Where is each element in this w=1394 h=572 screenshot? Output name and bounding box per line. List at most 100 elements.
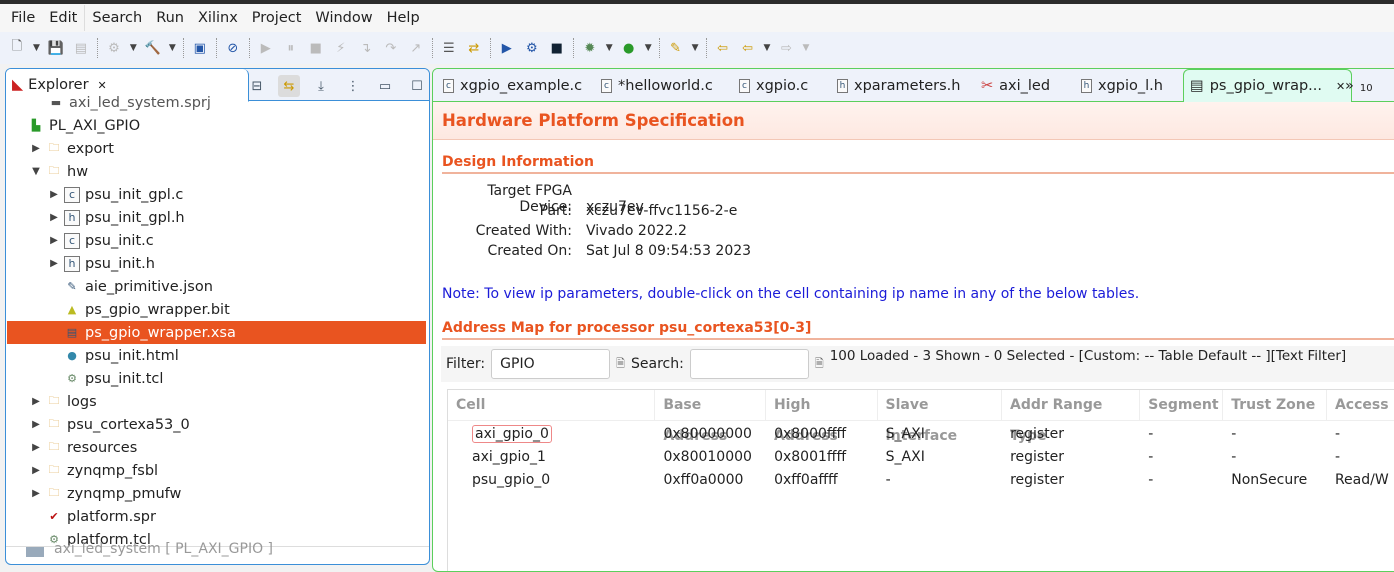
- collapsed-arrow-icon[interactable]: ▶: [30, 442, 42, 453]
- tree-item-ps-gpio-wrapper-bit[interactable]: ▲ ps_gpio_wrapper.bit: [48, 298, 230, 321]
- close-icon[interactable]: ✕: [98, 79, 107, 92]
- collapsed-arrow-icon[interactable]: ▶: [30, 419, 42, 430]
- tree-item-hw[interactable]: ▼ 🗀 hw: [30, 160, 88, 183]
- terminate-icon[interactable]: ■: [307, 39, 325, 57]
- tree-item-platform-spr[interactable]: ✔ platform.spr: [30, 505, 156, 528]
- debug-icon[interactable]: ✹: [581, 39, 599, 57]
- run-icon[interactable]: ●: [620, 39, 638, 57]
- tree-item-ps-gpio-wrapper-xsa[interactable]: ▤ ps_gpio_wrapper.xsa: [7, 321, 426, 344]
- tree-item-psu-init-c[interactable]: ▶ c psu_init.c: [48, 229, 154, 252]
- new-dropdown-icon[interactable]: ▼: [33, 43, 40, 53]
- filter-input[interactable]: GPIO: [491, 349, 611, 379]
- minimize-icon[interactable]: ▭: [374, 75, 396, 97]
- tab--helloworld-c[interactable]: c *helloworld.c: [601, 69, 713, 102]
- tree-item-resources[interactable]: ▶ 🗀 resources: [30, 436, 137, 459]
- clear-search-icon[interactable]: 🗎: [815, 355, 824, 374]
- cell-name[interactable]: psu_gpio_0: [472, 472, 550, 488]
- tree-item-partial[interactable]: axi_led_system [ PL_AXI_GPIO ]: [6, 541, 429, 564]
- menu-xilinx[interactable]: Xilinx: [191, 10, 245, 26]
- dropdown-icon[interactable]: ▼: [130, 43, 137, 53]
- dropdown-icon[interactable]: ▼: [802, 43, 809, 53]
- tab-overflow-button[interactable]: » 10: [1345, 69, 1373, 102]
- tree-item-pl-axi-gpio[interactable]: ▙ PL_AXI_GPIO: [12, 114, 140, 137]
- step-into-icon[interactable]: ↴: [357, 39, 375, 57]
- console-icon[interactable]: ▶: [498, 39, 516, 57]
- dropdown-icon[interactable]: ▼: [169, 43, 176, 53]
- menu-run[interactable]: Run: [149, 10, 191, 26]
- expanded-arrow-icon[interactable]: ▼: [30, 166, 42, 177]
- collapsed-arrow-icon[interactable]: ▶: [30, 396, 42, 407]
- tab-xparameters-h[interactable]: h xparameters.h: [837, 69, 960, 102]
- collapsed-arrow-icon[interactable]: ▶: [48, 189, 60, 200]
- last-edit-icon[interactable]: ⇦: [714, 39, 732, 57]
- view-menu-icon[interactable]: ⋮: [342, 75, 364, 97]
- column-header[interactable]: Addr Range Type: [1002, 389, 1141, 444]
- tree-item-partial[interactable]: ▬ axi_led_system.sprj: [44, 91, 211, 114]
- tree-item-zynqmp-pmufw[interactable]: ▶ 🗀 zynqmp_pmufw: [30, 482, 181, 505]
- skip-breakpoints-icon[interactable]: ⊘: [224, 39, 242, 57]
- tab-axi-led[interactable]: ✂ axi_led: [981, 69, 1050, 102]
- tree-item-psu-cortexa53-0[interactable]: ▶ 🗀 psu_cortexa53_0: [30, 413, 190, 436]
- tab-xgpio-c[interactable]: c xgpio.c: [739, 69, 808, 102]
- resume-icon[interactable]: ▶: [257, 39, 275, 57]
- column-header[interactable]: Trust Zone: [1223, 389, 1327, 421]
- tree-item-psu-init-h[interactable]: ▶ h psu_init.h: [48, 252, 155, 275]
- close-icon[interactable]: ✕: [1336, 80, 1345, 93]
- tab-ps-gpio-wrap-[interactable]: ▤ ps_gpio_wrap... ✕: [1183, 69, 1353, 102]
- external-tools-icon[interactable]: ✎: [667, 39, 685, 57]
- tree-item-zynqmp-fsbl[interactable]: ▶ 🗀 zynqmp_fsbl: [30, 459, 158, 482]
- suspend-icon[interactable]: ⏸: [282, 39, 300, 57]
- cell-name[interactable]: axi_gpio_1: [472, 449, 546, 465]
- tree-item-psu-init-gpl-h[interactable]: ▶ h psu_init_gpl.h: [48, 206, 185, 229]
- table-row[interactable]: axi_gpio_1 0x80010000 0x8001ffff S_AXI regis…: [448, 445, 1394, 468]
- maximize-icon[interactable]: ☐: [406, 75, 428, 97]
- terminal-icon[interactable]: ■: [548, 39, 566, 57]
- back-icon[interactable]: ⇦: [739, 39, 757, 57]
- menu-help[interactable]: Help: [380, 10, 427, 26]
- tree-item-aie-primitive-json[interactable]: ✎ aie_primitive.json: [48, 275, 213, 298]
- tree-item-psu-init-tcl[interactable]: ⚙ psu_init.tcl: [48, 367, 163, 390]
- collapsed-arrow-icon[interactable]: ▶: [48, 212, 60, 223]
- dropdown-icon[interactable]: ▼: [764, 43, 771, 53]
- collapse-all-icon[interactable]: ⊟: [246, 75, 268, 97]
- cell-name[interactable]: axi_gpio_0: [472, 424, 552, 443]
- dropdown-icon[interactable]: ▼: [692, 43, 699, 53]
- save-all-icon[interactable]: ▤: [72, 39, 90, 57]
- tab-xgpio-l-h[interactable]: h xgpio_l.h: [1081, 69, 1163, 102]
- list-icon[interactable]: ☰: [440, 39, 458, 57]
- tree-item-psu-init-html[interactable]: ● psu_init.html: [48, 344, 179, 367]
- xsct-icon[interactable]: ⚙: [523, 39, 541, 57]
- program-fpga-icon[interactable]: ⇄: [465, 39, 483, 57]
- menu-window[interactable]: Window: [308, 10, 379, 26]
- menu-project[interactable]: Project: [245, 10, 309, 26]
- disconnect-icon[interactable]: ⚡: [332, 39, 350, 57]
- new-icon[interactable]: 🗋: [8, 39, 26, 57]
- hammer-icon[interactable]: 🔨: [144, 39, 162, 57]
- tree-item-psu-init-gpl-c[interactable]: ▶ c psu_init_gpl.c: [48, 183, 183, 206]
- column-header[interactable]: Slave Interface: [878, 389, 1002, 444]
- dropdown-icon[interactable]: ▼: [645, 43, 652, 53]
- collapsed-arrow-icon[interactable]: ▶: [30, 488, 42, 499]
- tree-item-export[interactable]: ▶ 🗀 export: [30, 137, 114, 160]
- collapsed-arrow-icon[interactable]: ▶: [30, 143, 42, 154]
- menu-edit[interactable]: Edit: [42, 10, 84, 26]
- column-header[interactable]: High Address: [766, 389, 878, 444]
- dropdown-icon[interactable]: ▼: [606, 43, 613, 53]
- collapsed-arrow-icon[interactable]: ▶: [48, 235, 60, 246]
- link-with-editor-icon[interactable]: ⇆: [278, 75, 300, 97]
- clear-filter-icon[interactable]: 🗎: [616, 355, 625, 374]
- build-config-icon[interactable]: ⚙: [105, 39, 123, 57]
- column-header[interactable]: Cell: [448, 389, 656, 421]
- forward-icon[interactable]: ⇨: [777, 39, 795, 57]
- monitor-icon[interactable]: ▣: [191, 39, 209, 57]
- collapsed-arrow-icon[interactable]: ▶: [30, 465, 42, 476]
- step-over-icon[interactable]: ↷: [382, 39, 400, 57]
- import-icon[interactable]: ⤓: [310, 75, 332, 97]
- save-icon[interactable]: 💾: [47, 39, 65, 57]
- tab-xgpio-example-c[interactable]: c xgpio_example.c: [443, 69, 582, 102]
- menu-file[interactable]: File: [4, 10, 42, 26]
- column-header[interactable]: Segment: [1140, 389, 1224, 421]
- table-row[interactable]: psu_gpio_0 0xff0a0000 0xff0affff - register -…: [448, 468, 1394, 491]
- step-return-icon[interactable]: ↗: [407, 39, 425, 57]
- search-input[interactable]: [689, 349, 809, 379]
